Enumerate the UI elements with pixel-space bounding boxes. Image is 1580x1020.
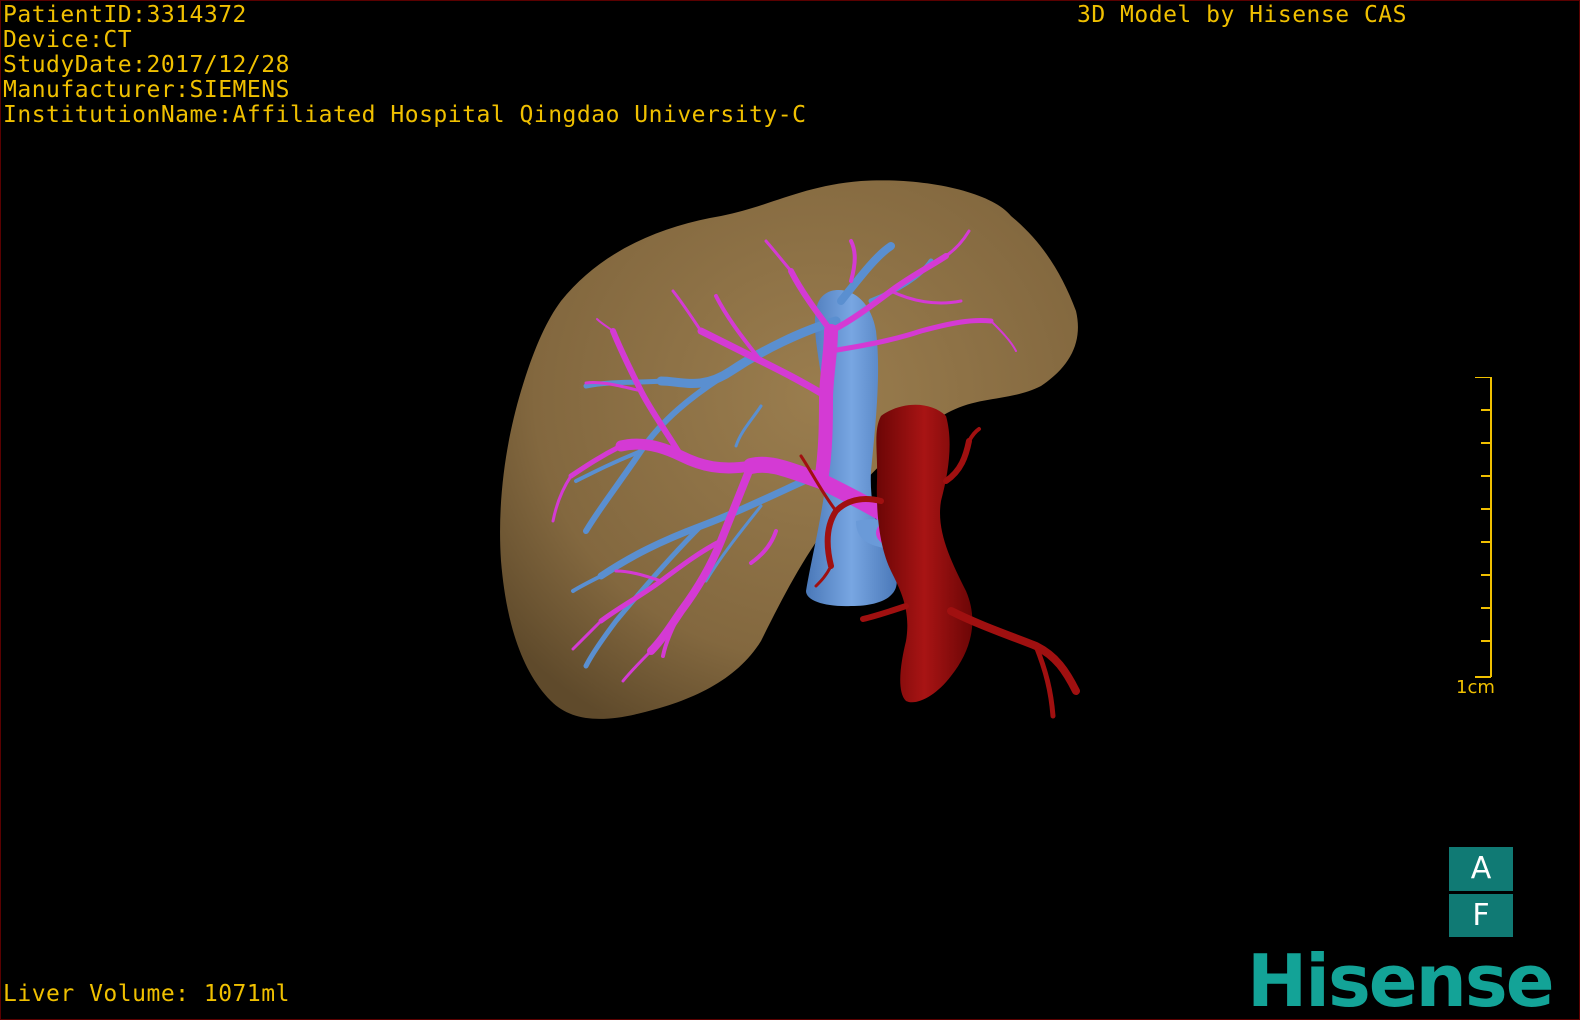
scale-bar	[1475, 377, 1492, 678]
hisense-logo: Hisense	[1247, 939, 1555, 1020]
liver-volume: Liver Volume: 1071ml	[3, 981, 290, 1007]
liver-3d-model-icon[interactable]	[1, 1, 1580, 1020]
orientation-bottom-label: F	[1472, 897, 1490, 933]
3d-viewport[interactable]: PatientID:3314372 Device:CT StudyDate:20…	[0, 0, 1580, 1020]
orientation-top-label: A	[1470, 851, 1492, 887]
scale-label: 1cm	[1456, 677, 1495, 698]
orientation-cube-icon[interactable]: A F	[1449, 847, 1513, 937]
liver-surface	[500, 180, 1078, 719]
